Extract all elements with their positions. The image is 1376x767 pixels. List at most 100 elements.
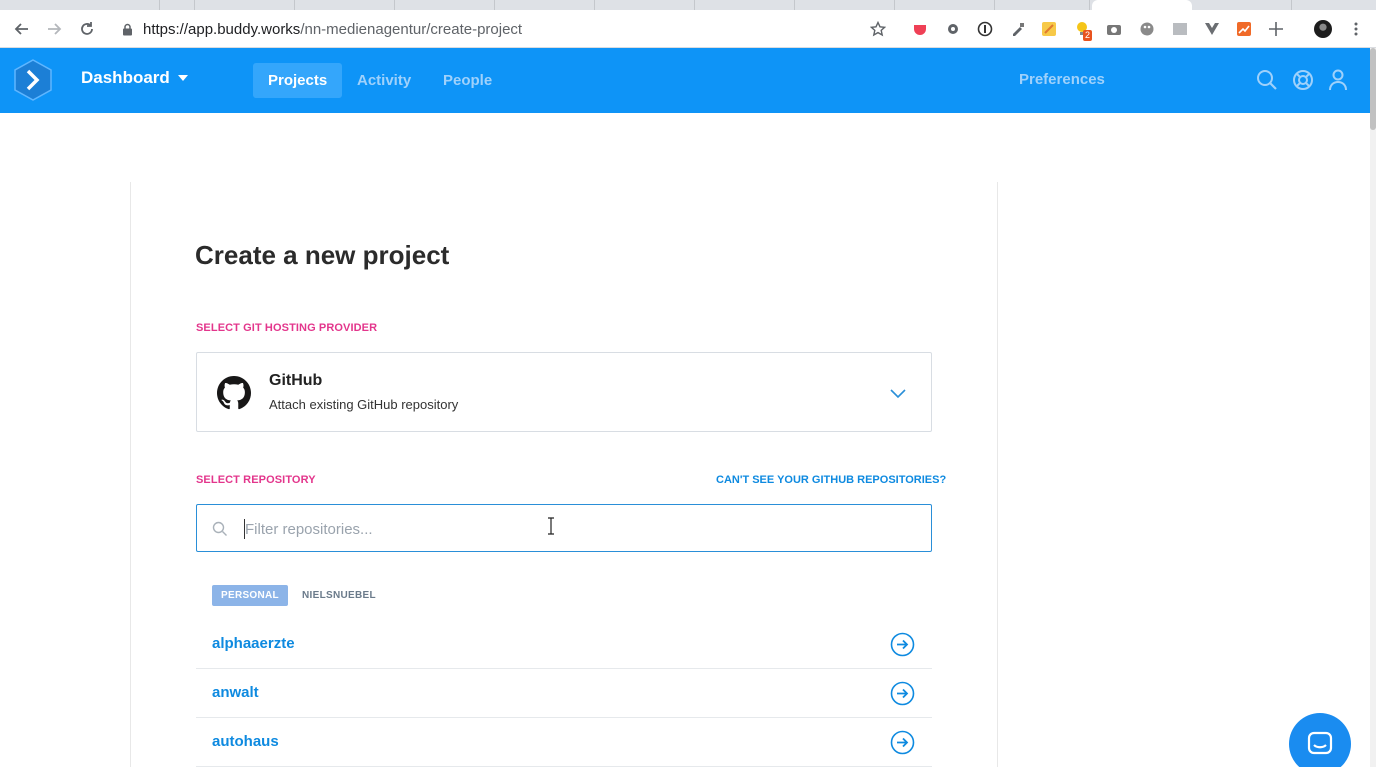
arrow-right-circle-icon[interactable]	[890, 681, 915, 706]
user-icon	[1329, 69, 1347, 91]
provider-description: Attach existing GitHub repository	[269, 397, 459, 412]
preferences-link[interactable]: Preferences	[1019, 71, 1105, 88]
kebab-menu-icon	[1354, 22, 1358, 36]
browser-tab[interactable]	[160, 0, 195, 10]
camera-icon	[1107, 25, 1121, 35]
provider-section-label: SELECT GIT HOSTING PROVIDER	[196, 322, 378, 334]
forward-arrow-icon	[48, 23, 62, 35]
repository-name[interactable]: anwalt	[212, 684, 259, 701]
bookmark-star-button[interactable]	[869, 20, 887, 38]
highlighter-icon	[1042, 22, 1056, 36]
repository-name[interactable]: autohaus	[212, 733, 279, 750]
owner-tab-personal[interactable]: PERSONAL	[212, 585, 288, 606]
extension-button[interactable]	[911, 20, 929, 38]
extension-button[interactable]: 2	[1073, 20, 1093, 41]
help-button[interactable]	[1291, 68, 1315, 92]
browser-tab-strip	[0, 0, 1376, 10]
pocket-icon	[914, 25, 926, 35]
tab-activity[interactable]: Activity	[342, 63, 426, 98]
onepassword-icon	[977, 21, 993, 37]
extension-badge: 2	[1083, 30, 1093, 41]
filter-repositories-field[interactable]	[196, 504, 932, 552]
extension-button[interactable]	[1105, 20, 1123, 38]
extension-button[interactable]	[1171, 20, 1189, 38]
repository-row[interactable]: alphaaerzte	[196, 620, 932, 669]
git-provider-select[interactable]: GitHub Attach existing GitHub repository	[196, 352, 932, 432]
browser-tab[interactable]	[395, 0, 495, 10]
caret-down-icon	[177, 75, 188, 81]
chart-icon	[1237, 22, 1251, 36]
support-chat-button[interactable]	[1289, 713, 1351, 767]
lock-icon	[123, 23, 132, 35]
page-scrollbar[interactable]	[1370, 48, 1376, 767]
browser-tab[interactable]	[795, 0, 895, 10]
extension-button[interactable]	[1267, 20, 1285, 38]
extension-button[interactable]	[1138, 20, 1156, 38]
user-account-button[interactable]	[1326, 68, 1350, 92]
search-icon	[1257, 70, 1277, 90]
text-caret	[244, 519, 245, 539]
grey-box-icon	[1173, 23, 1187, 35]
lifebuoy-icon	[1293, 70, 1313, 90]
chevron-down-icon	[890, 389, 906, 399]
browser-tab[interactable]	[995, 0, 1090, 10]
chat-icon	[1307, 731, 1333, 755]
browser-tab[interactable]	[1192, 0, 1292, 10]
workspace-dropdown[interactable]: Dashboard	[81, 68, 188, 88]
extension-button[interactable]	[976, 20, 994, 38]
browser-tab-active[interactable]	[1092, 0, 1192, 10]
buddy-logo[interactable]	[12, 58, 54, 102]
back-button[interactable]	[8, 10, 36, 48]
filter-repositories-input[interactable]	[245, 517, 905, 541]
arrow-right-circle-icon[interactable]	[890, 730, 915, 755]
provider-name: GitHub	[269, 372, 323, 389]
buddy-logo-icon	[14, 59, 52, 101]
vue-icon	[1205, 23, 1219, 35]
search-button[interactable]	[1255, 68, 1279, 92]
tab-people[interactable]: People	[428, 63, 507, 98]
reload-button[interactable]	[73, 10, 101, 48]
eyedropper-icon	[1013, 23, 1024, 36]
cant-see-repositories-link[interactable]: CAN'T SEE YOUR GITHUB REPOSITORIES?	[716, 474, 946, 486]
extension-button[interactable]	[944, 20, 962, 38]
profile-avatar-button[interactable]	[1314, 20, 1332, 38]
repository-row[interactable]: autohaus	[196, 718, 932, 767]
browser-tab[interactable]	[895, 0, 995, 10]
browser-tab[interactable]	[100, 0, 160, 10]
crosshair-icon	[1269, 22, 1283, 36]
star-icon	[870, 21, 886, 37]
arrow-right-circle-icon[interactable]	[890, 632, 915, 657]
browser-tab[interactable]	[295, 0, 395, 10]
search-icon	[212, 521, 227, 536]
url-host: https://app.buddy.works	[143, 20, 301, 38]
owner-tab-nielsnuebel[interactable]: NIELSNUEBEL	[293, 585, 385, 606]
extension-button[interactable]	[1040, 20, 1058, 38]
browser-tab[interactable]	[595, 0, 695, 10]
gear-icon	[948, 24, 958, 34]
workspace-label: Dashboard	[81, 68, 170, 87]
repository-list: alphaaerzte anwalt autohaus	[196, 620, 932, 767]
extension-button[interactable]	[1235, 20, 1253, 38]
github-icon	[217, 376, 251, 410]
browser-menu-button[interactable]	[1347, 20, 1365, 38]
app-header: Dashboard Projects Activity People Prefe…	[0, 48, 1370, 113]
tab-projects[interactable]: Projects	[253, 63, 343, 98]
browser-tab[interactable]	[695, 0, 795, 10]
browser-toolbar: https://app.buddy.works/nn-medienagentur…	[0, 10, 1376, 48]
extension-button[interactable]	[1203, 20, 1221, 38]
scrollbar-thumb[interactable]	[1370, 48, 1376, 130]
palette-icon	[1140, 22, 1154, 36]
browser-tab[interactable]	[195, 0, 295, 10]
repository-name[interactable]: alphaaerzte	[212, 635, 295, 652]
repository-section-label: SELECT REPOSITORY	[196, 474, 316, 486]
forward-button[interactable]	[40, 10, 68, 48]
extension-button[interactable]	[1009, 20, 1027, 38]
address-bar[interactable]: https://app.buddy.works/nn-medienagentur…	[122, 10, 522, 48]
repository-row[interactable]: anwalt	[196, 669, 932, 718]
text-cursor-icon	[548, 517, 554, 535]
reload-icon	[81, 22, 93, 35]
avatar-icon	[1314, 20, 1332, 38]
browser-tab[interactable]	[495, 0, 595, 10]
back-arrow-icon	[14, 23, 28, 35]
page-title: Create a new project	[195, 240, 450, 270]
